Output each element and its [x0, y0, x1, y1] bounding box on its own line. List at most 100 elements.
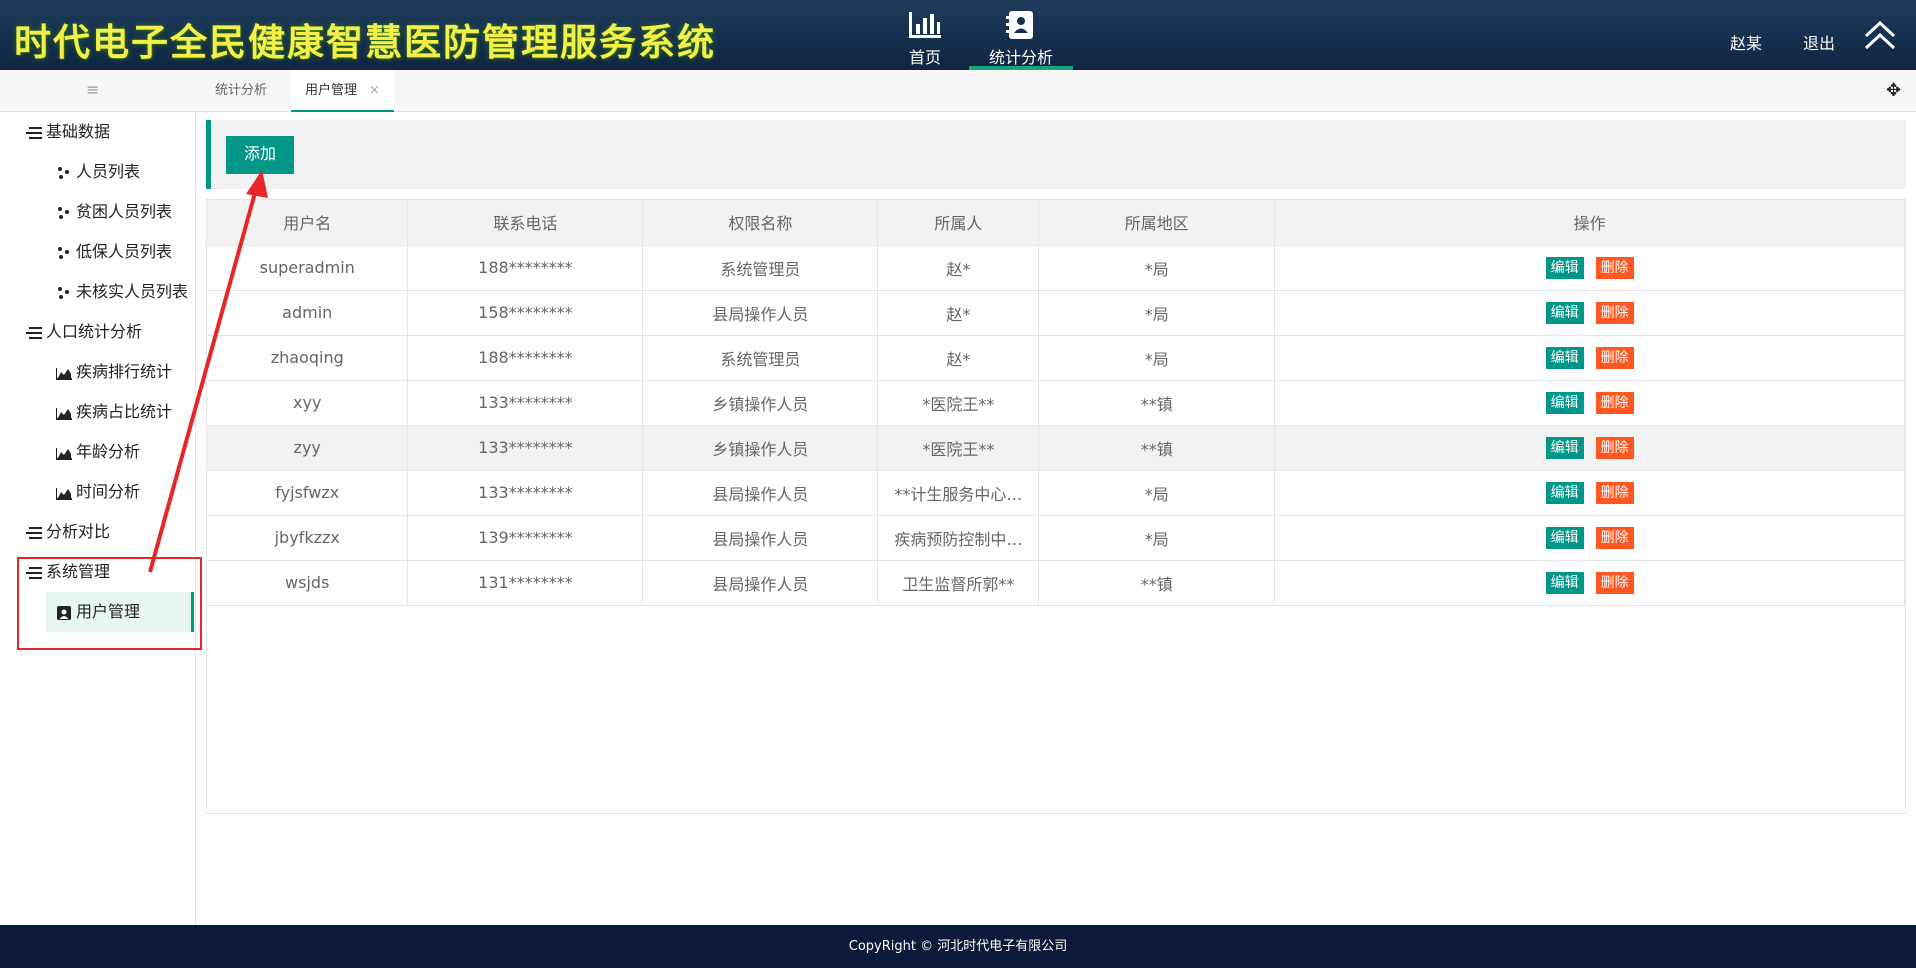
stack-icon	[26, 566, 42, 579]
cell-actions: 编辑 删除	[1274, 380, 1905, 426]
delete-button[interactable]: 删除	[1595, 346, 1634, 369]
sidebar-item-person-list[interactable]: 人员列表	[56, 152, 140, 192]
table-row: admin 158******** 县局操作人员 赵* *局 编辑 删除	[207, 290, 1905, 336]
app-title: 时代电子全民健康智慧医防管理服务系统	[14, 21, 716, 64]
cell-owner-text: 疾病预防控制中…	[894, 529, 1023, 549]
sidebar-item-label: 贫困人员列表	[76, 202, 173, 221]
sidebar-item-disease-ratio[interactable]: 疾病占比统计	[56, 392, 172, 432]
sidebar-item-label: 时间分析	[76, 482, 141, 501]
sidebar-item-label: 未核实人员列表	[76, 282, 189, 301]
cell-actions: 编辑 删除	[1274, 470, 1905, 516]
cell-role: 乡镇操作人员	[642, 425, 879, 471]
col-phone[interactable]: 联系电话	[407, 200, 644, 246]
sidebar-item-disease-ranking[interactable]: 疾病排行统计	[56, 352, 172, 392]
cell-phone: 139********	[407, 515, 644, 561]
table-row: superadmin 188******** 系统管理员 赵* *局 编辑 删除	[207, 245, 1905, 291]
col-username[interactable]: 用户名	[207, 200, 409, 246]
cell-role: 县局操作人员	[642, 290, 879, 336]
move-arrows-icon[interactable]: ✥	[1886, 80, 1901, 101]
table-row: wsjds 131******** 县局操作人员 卫生监督所郭** **镇 编辑…	[207, 560, 1905, 606]
sidebar-group-system-management[interactable]: 系统管理	[26, 552, 110, 592]
cell-region: *局	[1038, 515, 1276, 561]
sidebar-item-subsidy-list[interactable]: 低保人员列表	[56, 232, 172, 272]
cell-owner: 疾病预防控制中…	[877, 515, 1040, 561]
edit-button[interactable]: 编辑	[1545, 346, 1584, 369]
pinwheel-icon	[58, 286, 69, 299]
cell-phone: 133********	[407, 425, 644, 471]
edit-button[interactable]: 编辑	[1545, 301, 1584, 324]
edit-button[interactable]: 编辑	[1545, 391, 1584, 414]
area-chart-icon	[56, 447, 72, 460]
edit-button[interactable]: 编辑	[1545, 436, 1584, 459]
user-table: 用户名 联系电话 权限名称 所属人 所属地区 操作 superadmin 188…	[207, 200, 1905, 606]
col-owner[interactable]: 所属人	[877, 200, 1040, 246]
area-chart-icon	[56, 367, 72, 380]
sidebar-item-time-analysis[interactable]: 时间分析	[56, 472, 140, 512]
nav-statistics[interactable]: 统计分析	[969, 0, 1073, 70]
sidebar-group-population-stats[interactable]: 人口统计分析	[26, 312, 142, 352]
edit-button[interactable]: 编辑	[1545, 526, 1584, 549]
col-role[interactable]: 权限名称	[642, 200, 879, 246]
cell-phone: 188********	[407, 245, 644, 291]
nav-home-label: 首页	[908, 48, 941, 67]
cell-region: *局	[1038, 335, 1276, 381]
sidebar-item-poor-list[interactable]: 贫困人员列表	[56, 192, 172, 232]
cell-owner: *医院王**	[877, 380, 1040, 426]
sidebar-item-label: 用户管理	[76, 602, 141, 621]
double-chevron-up-icon[interactable]	[1862, 18, 1898, 52]
stack-icon	[26, 526, 42, 539]
delete-button[interactable]: 删除	[1595, 256, 1634, 279]
cell-phone: 133********	[407, 380, 644, 426]
cell-role: 乡镇操作人员	[642, 380, 879, 426]
cell-region: *局	[1038, 290, 1276, 336]
cell-region: *局	[1038, 470, 1276, 516]
delete-button[interactable]: 删除	[1595, 481, 1634, 504]
cell-region: **镇	[1038, 380, 1276, 426]
sidebar-item-age-analysis[interactable]: 年龄分析	[56, 432, 140, 472]
cell-region: **镇	[1038, 560, 1276, 606]
delete-button[interactable]: 删除	[1595, 436, 1634, 459]
delete-button[interactable]: 删除	[1595, 571, 1634, 594]
tab-user-management[interactable]: 用户管理 ×	[291, 70, 394, 112]
col-region[interactable]: 所属地区	[1038, 200, 1276, 246]
edit-button[interactable]: 编辑	[1545, 256, 1584, 279]
cell-username: superadmin	[207, 245, 409, 291]
area-chart-icon	[56, 407, 72, 420]
delete-button[interactable]: 删除	[1595, 301, 1634, 324]
sidebar-item-unverified-list[interactable]: 未核实人员列表	[56, 272, 188, 312]
table-row: xyy 133******** 乡镇操作人员 *医院王** **镇 编辑 删除	[207, 380, 1905, 426]
col-actions: 操作	[1274, 200, 1905, 246]
nav-statistics-label: 统计分析	[988, 48, 1053, 67]
table-header-row: 用户名 联系电话 权限名称 所属人 所属地区 操作	[207, 200, 1905, 246]
sidebar-group-label: 系统管理	[46, 562, 111, 581]
table-row: fyjsfwzx 133******** 县局操作人员 **计生服务中心… *局…	[207, 470, 1905, 516]
cell-username: jbyfkzzx	[207, 515, 409, 561]
cell-role: 系统管理员	[642, 335, 879, 381]
stack-icon	[26, 126, 42, 139]
close-icon[interactable]: ×	[369, 83, 380, 98]
cell-username: zyy	[207, 425, 409, 471]
cell-actions: 编辑 删除	[1274, 515, 1905, 561]
add-button[interactable]: 添加	[226, 136, 294, 174]
edit-button[interactable]: 编辑	[1545, 481, 1584, 504]
area-chart-icon	[56, 487, 72, 500]
toolbar	[206, 120, 1906, 189]
sidebar-group-basic-data[interactable]: 基础数据	[26, 112, 110, 152]
edit-button[interactable]: 编辑	[1545, 571, 1584, 594]
tab-statistics[interactable]: 统计分析	[201, 70, 281, 112]
delete-button[interactable]: 删除	[1595, 391, 1634, 414]
user-name[interactable]: 赵某	[1730, 30, 1762, 54]
sidebar-item-user-management[interactable]: 用户管理	[46, 592, 194, 632]
bar-chart-icon	[909, 12, 941, 38]
nav-home[interactable]: 首页	[900, 0, 950, 70]
cell-role: 县局操作人员	[642, 470, 879, 516]
pinwheel-icon	[58, 246, 69, 259]
cell-region: **镇	[1038, 425, 1276, 471]
sidebar-group-comparison[interactable]: 分析对比	[26, 512, 110, 552]
delete-button[interactable]: 删除	[1595, 526, 1634, 549]
tab-label: 用户管理	[305, 83, 358, 98]
cell-phone: 158********	[407, 290, 644, 336]
cell-role: 系统管理员	[642, 245, 879, 291]
logout-link[interactable]: 退出	[1803, 30, 1835, 54]
hamburger-icon[interactable]: ≡	[86, 80, 99, 99]
